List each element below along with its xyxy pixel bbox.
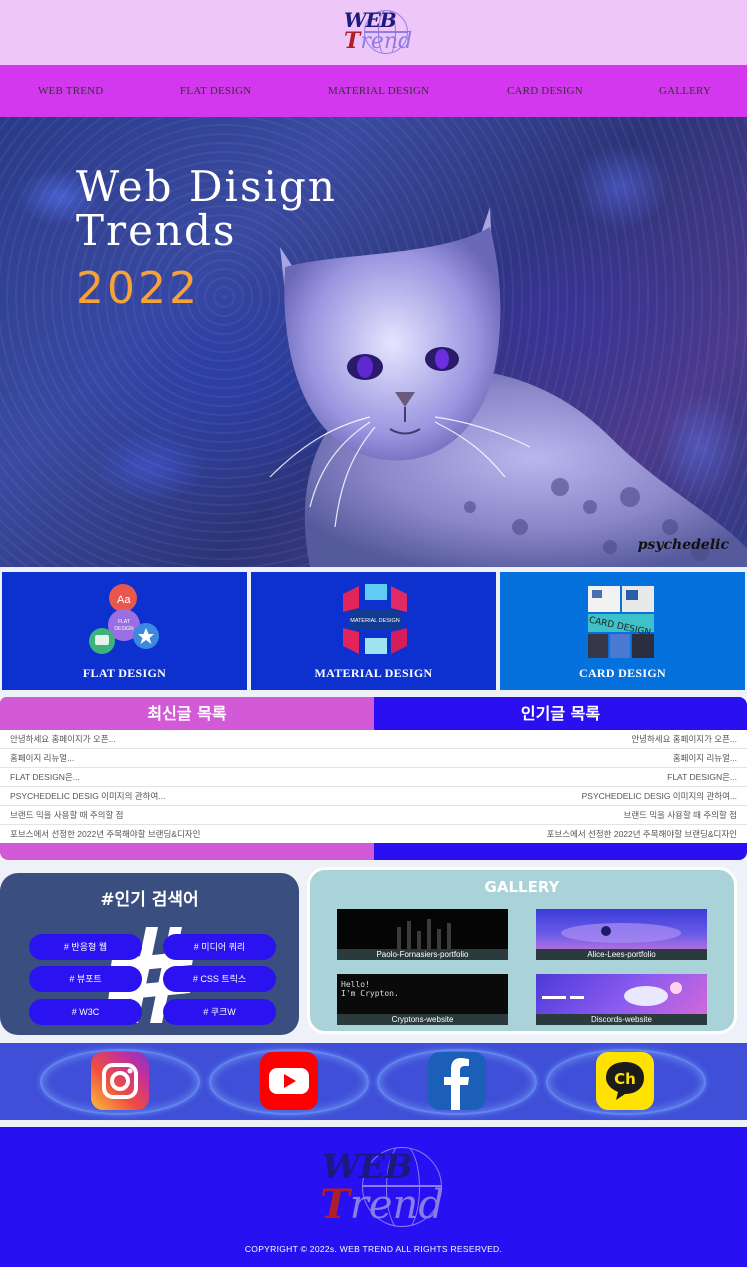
kakaotalk-icon[interactable]: Ch (596, 1052, 654, 1110)
nav-item-card-design[interactable]: CARD DESIGN (507, 85, 583, 97)
crypton-screen-text: Hello! I'm Crypton. (341, 980, 399, 998)
card-label: MATERIAL DESIGN (314, 666, 433, 680)
social-bar: Ch (0, 1043, 747, 1120)
thumbnail-image (542, 982, 682, 1006)
popular-posts-list: 인기글 목록 안녕하세요 홈페이지가 오픈... 홈페이지 리뉴얼... FLA… (374, 697, 747, 860)
logo-trend-text: Trend (344, 28, 413, 54)
svg-text:MATERIAL DESIGN: MATERIAL DESIGN (350, 618, 400, 624)
thumbnail-caption: Cryptons-website (337, 1014, 508, 1025)
nav-item-material-design[interactable]: MATERIAL DESIGN (328, 85, 429, 97)
facebook-icon[interactable] (428, 1052, 486, 1110)
list-item[interactable]: 홈페이지 리뉴얼... (0, 749, 374, 768)
search-tag[interactable]: # W3C (29, 999, 142, 1025)
card-design-icon: CARD DESIGN (588, 586, 654, 658)
thumbnail-image (397, 919, 451, 949)
flat-design-icon: Aa FLAT DESIGN (89, 584, 159, 654)
hero-title-line2: Trends (76, 206, 237, 255)
footer: WEB Trend COPYRIGHT © 2022s. WEB TREND A… (0, 1127, 747, 1267)
thumbnail-caption: Discords-website (536, 1014, 707, 1025)
thumbnail-image (561, 923, 681, 943)
main-nav: WEB TREND FLAT DESIGN MATERIAL DESIGN CA… (0, 65, 747, 117)
latest-posts-title: 최신글 목록 (0, 697, 374, 730)
card-material-design[interactable]: MATERIAL DESIGN MATERIAL DESIGN (251, 572, 496, 690)
gallery-panel: GALLERY Paolo-Fornasiers-portfolio Alice… (307, 867, 737, 1034)
material-design-icon: MATERIAL DESIGN (343, 584, 407, 654)
thumbnail-caption: Paolo-Fornasiers-portfolio (337, 949, 508, 960)
popular-search-title: #인기 검색어 (100, 890, 199, 910)
nav-item-flat-design[interactable]: FLAT DESIGN (180, 85, 251, 97)
latest-posts-footer (0, 843, 374, 860)
cat-image (269, 207, 747, 567)
card-flat-design[interactable]: Aa FLAT DESIGN FLAT DESIGN (2, 572, 247, 690)
youtube-icon[interactable] (260, 1052, 318, 1110)
hero-year: 2022 (76, 263, 200, 314)
hero-banner: Web Disign Trends 2022 psychedelic (0, 117, 747, 567)
card-label: FLAT DESIGN (82, 666, 167, 680)
thumbnail-caption: Alice-Lees-portfolio (536, 949, 707, 960)
list-item[interactable]: 포브스에서 선정한 2022년 주목해야할 브랜딩&디자인 (374, 825, 747, 844)
list-item[interactable]: 브랜드 믹을 사용할 때 주의할 점 (0, 806, 374, 825)
gallery-title: GALLERY (484, 878, 560, 896)
kakaotalk-ch-text: Ch (614, 1070, 636, 1088)
gallery-item-discord[interactable]: Discords-website (536, 974, 707, 1025)
list-item[interactable]: FLAT DESIGN은... (374, 768, 747, 787)
logo-trend-text: Trend (320, 1181, 444, 1228)
list-item[interactable]: 브랜드 믹을 사용할 때 주의할 점 (374, 806, 747, 825)
header: WEB Trend (0, 0, 747, 65)
list-item[interactable]: 안녕하세요 홈페이지가 오픈... (374, 730, 747, 749)
site-logo[interactable]: WEB Trend (342, 6, 414, 58)
svg-text:DESIGN: DESIGN (114, 626, 134, 632)
hero-tag: psychedelic (637, 537, 729, 553)
svg-text:Aa: Aa (117, 594, 131, 606)
search-tag[interactable]: # 미디어 쿼리 (163, 934, 276, 960)
card-label: CARD DESIGN (579, 666, 666, 680)
list-item[interactable]: 홈페이지 리뉴얼... (374, 749, 747, 768)
card-card-design[interactable]: CARD DESIGN CARD DESIGN (500, 572, 745, 690)
list-item[interactable]: 안녕하세요 홈페이지가 오픈... (0, 730, 374, 749)
nav-item-gallery[interactable]: GALLERY (659, 85, 711, 97)
popular-posts-title: 인기글 목록 (374, 697, 747, 730)
footer-logo[interactable]: WEB Trend (318, 1143, 444, 1233)
nav-item-web-trend[interactable]: WEB TREND (38, 85, 103, 97)
latest-posts-list: 최신글 목록 안녕하세요 홈페이지가 오픈... 홈페이지 리뉴얼... FLA… (0, 697, 374, 860)
list-item[interactable]: FLAT DESIGN은... (0, 768, 374, 787)
popular-search-panel: #인기 검색어 # 반응형 웹 # 미디어 쿼리 # 뷰포트 # CSS 트릭스… (0, 873, 299, 1035)
search-tag[interactable]: # CSS 트릭스 (163, 966, 276, 992)
gallery-item-paolo[interactable]: Paolo-Fornasiers-portfolio (337, 909, 508, 960)
list-item[interactable]: PSYCHEDELIC DESIG 이미지의 관하여... (374, 787, 747, 806)
search-tag[interactable]: # 쿠크W (163, 999, 276, 1025)
search-tag[interactable]: # 뷰포트 (29, 966, 142, 992)
svg-text:FLAT: FLAT (118, 619, 130, 625)
hero-title: Web Disign Trends (76, 165, 337, 253)
gallery-item-crypton[interactable]: Hello! I'm Crypton. Cryptons-website (337, 974, 508, 1025)
hero-title-line1: Web Disign (76, 162, 337, 211)
gallery-item-alice[interactable]: Alice-Lees-portfolio (536, 909, 707, 960)
copyright-text: COPYRIGHT © 2022s. WEB TREND ALL RIGHTS … (244, 1244, 503, 1254)
search-tag[interactable]: # 반응형 웹 (29, 934, 142, 960)
popular-posts-footer (374, 843, 747, 860)
list-item[interactable]: PSYCHEDELIC DESIG 이미지의 관하여... (0, 787, 374, 806)
instagram-icon[interactable] (91, 1052, 149, 1110)
list-item[interactable]: 포브스에서 선정한 2022년 주목해야할 브랜딩&디자인 (0, 825, 374, 844)
